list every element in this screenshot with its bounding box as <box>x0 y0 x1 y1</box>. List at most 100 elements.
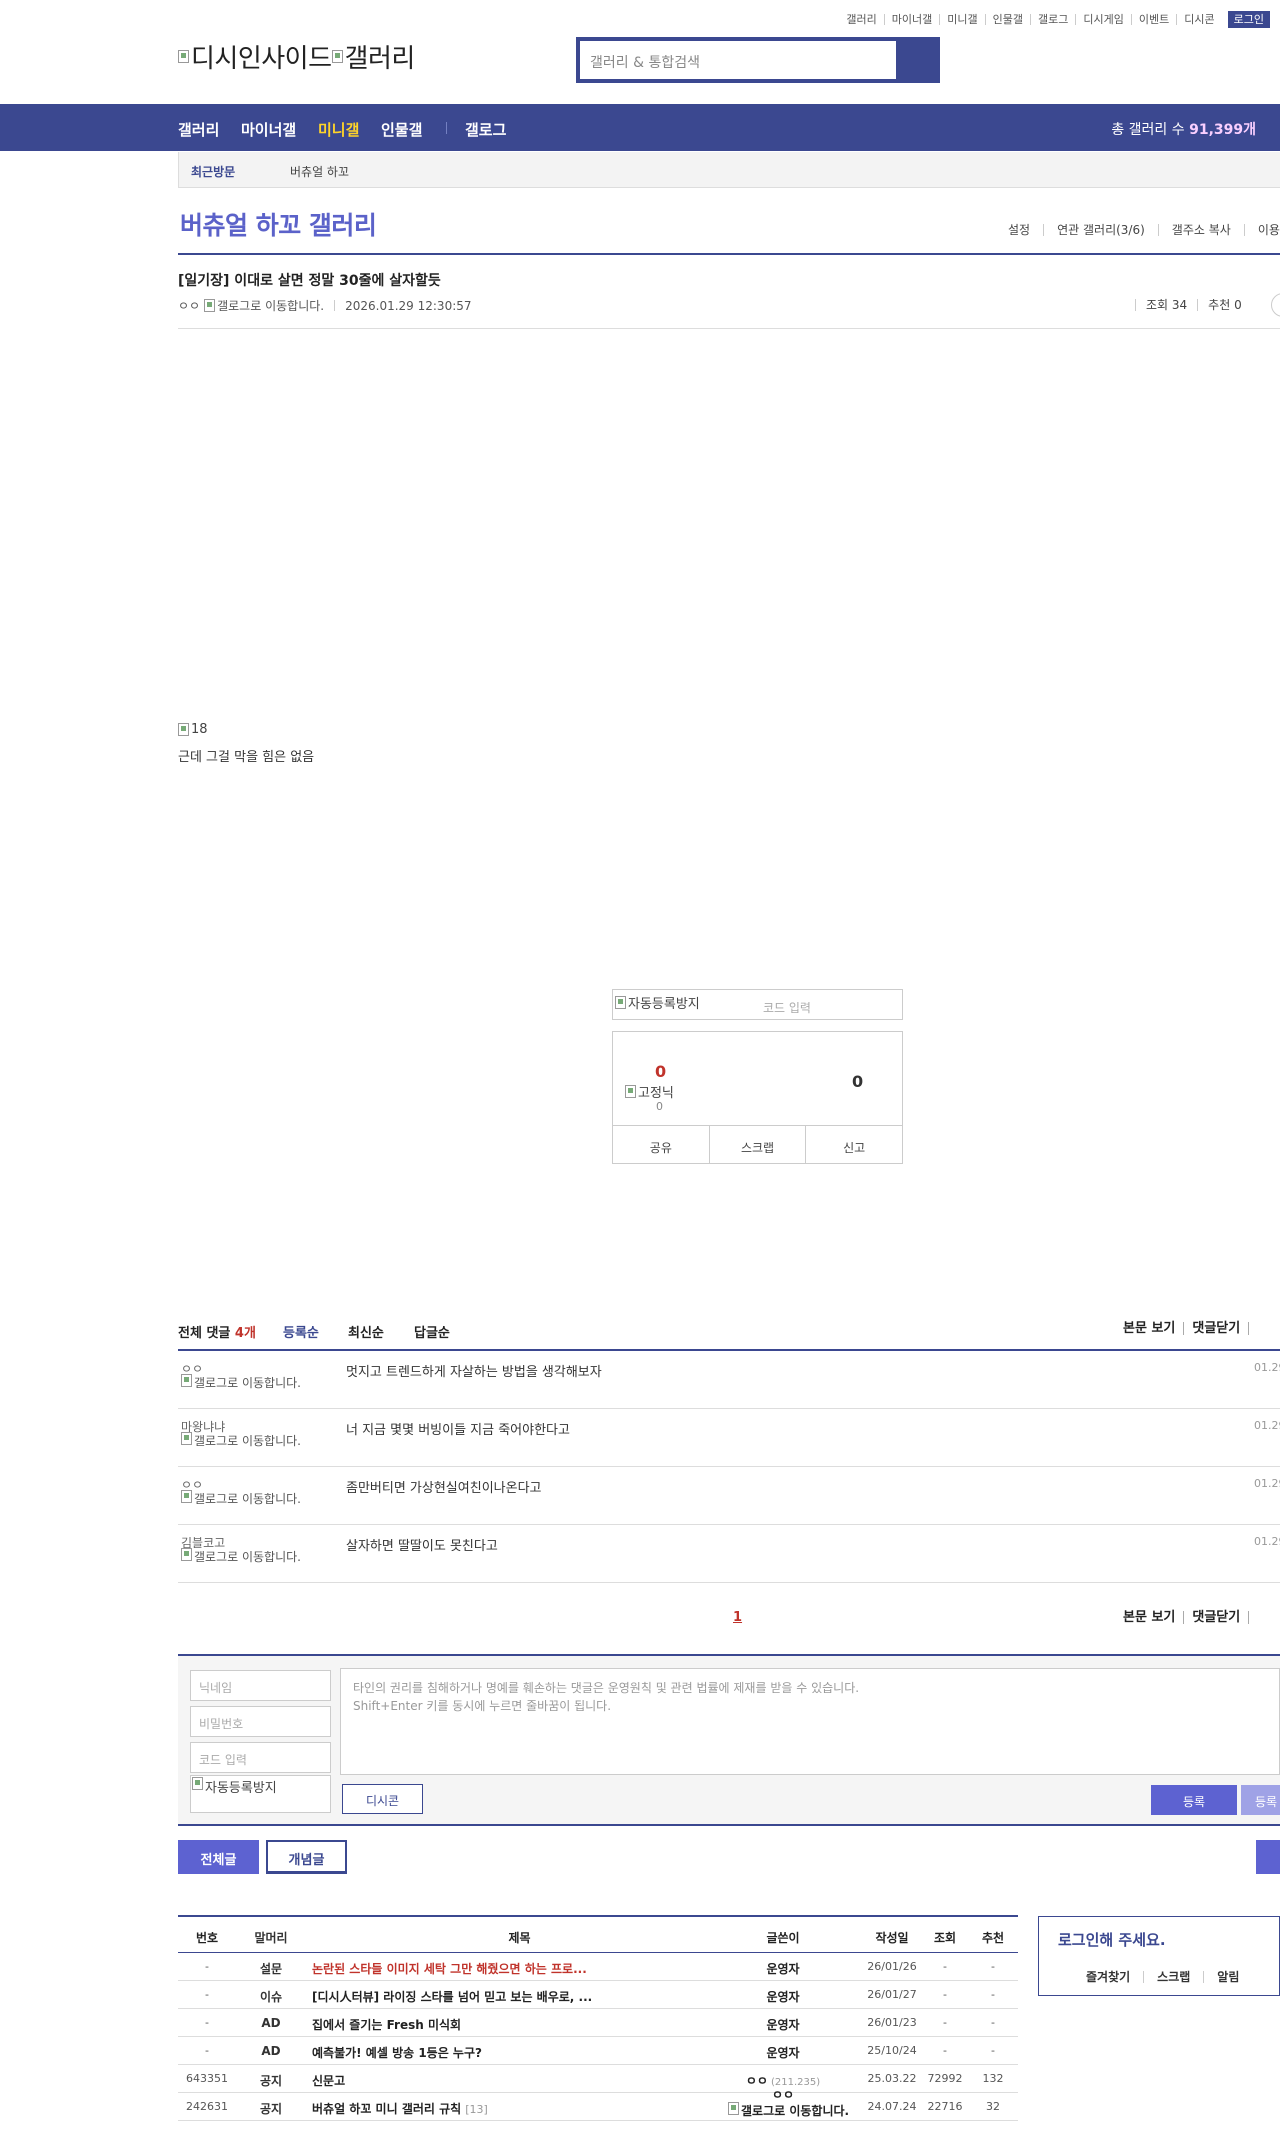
top-link-minor[interactable]: 마이너갤 <box>883 14 939 25</box>
refresh-link[interactable] <box>1248 1611 1270 1624</box>
row-writer[interactable]: 운영자 <box>728 2044 838 2061</box>
nav-minor[interactable]: 마이너갤 <box>241 119 296 140</box>
row-title[interactable]: 집에서 즐기는 Fresh 미식회 <box>312 2016 632 2033</box>
comment-page-current[interactable]: 1 <box>733 1610 742 1625</box>
gallery-title[interactable]: 버츄얼 하꼬 갤러리 <box>180 206 377 242</box>
row-writer-nick[interactable]: ㅇㅇ <box>746 2074 768 2088</box>
top-link-gallery[interactable]: 갤러리 <box>839 14 883 25</box>
row-title-text[interactable]: 버츄얼 하꼬 미니 갤러리 규칙 <box>312 2102 461 2116</box>
row-writer[interactable]: 운영자 <box>728 1988 838 2005</box>
report-button[interactable]: 신고 <box>805 1126 902 1163</box>
write-post-button[interactable] <box>1256 1840 1280 1874</box>
top-link-event[interactable]: 이벤트 <box>1130 14 1176 25</box>
row-writer-nick[interactable]: ㅇㅇ <box>772 2088 794 2102</box>
notification-link[interactable]: 알림 <box>1203 1971 1252 1983</box>
submit-button[interactable]: 등록 <box>1151 1785 1237 1815</box>
comment-jump-button[interactable] <box>1271 293 1280 317</box>
dccon-button[interactable]: 디시콘 <box>342 1784 423 1814</box>
top-link-mini[interactable]: 미니갤 <box>939 14 984 25</box>
nav-person[interactable]: 인물갤 <box>381 119 422 140</box>
copy-gallery-url[interactable]: 갤주소 복사 <box>1157 224 1244 236</box>
nav-gallog[interactable]: 갤로그 <box>465 119 506 140</box>
share-button[interactable]: 공유 <box>613 1126 709 1163</box>
row-writer[interactable]: ㅇㅇ 갤로그로 이동합니다. <box>728 2088 849 2118</box>
comment-gallog[interactable]: 갤로그로 이동합니다. <box>181 1490 309 1506</box>
row-date: 25.03.22 <box>867 2072 917 2085</box>
refresh-link[interactable] <box>1248 1322 1270 1335</box>
scrap-link[interactable]: 스크랩 <box>1143 1971 1203 1983</box>
row-title-text[interactable]: [디시人터뷰] 라이징 스타를 넘어 믿고 보는 배우로, ... <box>312 1990 592 2004</box>
table-row[interactable]: - AD 예측불가! 예셀 방송 1등은 누구? 운영자 25/10/24 - - <box>178 2037 1018 2065</box>
code-input[interactable]: 코드 입력 <box>190 1742 331 1773</box>
related-galleries[interactable]: 연관 갤러리(3/6) <box>1043 224 1158 236</box>
table-row[interactable]: - 이슈 [디시人터뷰] 라이징 스타를 넘어 믿고 보는 배우로, ... 운영자 2… <box>178 1981 1018 2009</box>
scrap-button[interactable]: 스크랩 <box>708 1126 806 1163</box>
all-posts-button[interactable]: 전체글 <box>178 1840 259 1874</box>
row-title-text[interactable]: 집에서 즐기는 Fresh 미식회 <box>312 2018 461 2032</box>
nav-gallery[interactable]: 갤러리 <box>178 119 219 140</box>
top-link-person[interactable]: 인물갤 <box>984 14 1030 25</box>
captcha-code-input[interactable]: 코드 입력 <box>763 999 811 1016</box>
fixed-nick-vote[interactable]: 고정닉 <box>625 1082 674 1101</box>
table-row[interactable]: 643351 공지 신문고 ㅇㅇ (211.235) 25.03.22 72992 132 <box>178 2065 1018 2093</box>
close-comments-link[interactable]: 댓글닫기 <box>1183 1322 1248 1335</box>
row-writer-nick[interactable]: 운영자 <box>766 1990 799 2004</box>
view-body-link[interactable]: 본문 보기 <box>1115 1611 1183 1624</box>
row-writer[interactable]: ㅇㅇ (211.235) <box>728 2072 838 2089</box>
submit-recommend-button[interactable]: 등록 <box>1241 1785 1280 1815</box>
row-head: AD <box>261 2044 281 2058</box>
table-row[interactable]: - AD 집에서 즐기는 Fresh 미식회 운영자 26/01/23 - - <box>178 2009 1018 2037</box>
comment-gallog[interactable]: 갤로그로 이동합니다. <box>181 1432 309 1448</box>
sort-registered[interactable]: 등록순 <box>283 1322 319 1341</box>
row-title[interactable]: 예측불가! 예셀 방송 1등은 누구? <box>312 2044 632 2061</box>
search-button[interactable] <box>896 37 940 83</box>
login-prompt[interactable]: 로그인해 주세요. <box>1058 1929 1166 1950</box>
row-title[interactable]: 버츄얼 하꼬 미니 갤러리 규칙 [13] <box>312 2100 632 2117</box>
downvote-count[interactable]: 0 <box>852 1072 863 1091</box>
gallery-settings[interactable]: 설정 <box>1000 224 1043 236</box>
upvote-count[interactable]: 0 <box>655 1062 666 1081</box>
login-button[interactable]: 로그인 <box>1227 11 1270 28</box>
search-input[interactable]: 갤러리 & 통합검색 <box>580 41 896 79</box>
nav-mini[interactable]: 미니갤 <box>318 119 359 140</box>
top-link-game[interactable]: 디시게임 <box>1075 14 1130 25</box>
favorites-link[interactable]: 즐겨찾기 <box>1039 1971 1143 1983</box>
row-title-text[interactable]: 예측불가! 예셀 방송 1등은 누구? <box>312 2046 482 2060</box>
row-title[interactable]: [디시人터뷰] 라이징 스타를 넘어 믿고 보는 배우로, ... <box>312 1988 632 2005</box>
table-row[interactable]: - 설문 논란된 스타들 이미지 세탁 그만 해줬으면 하는 프로... 운영자 26/… <box>178 1953 1018 1981</box>
gallog-icon <box>204 299 216 312</box>
row-writer[interactable]: 운영자 <box>728 1960 838 1977</box>
top-link-gallog[interactable]: 갤로그 <box>1030 14 1075 25</box>
nickname-input[interactable]: 닉네임 <box>190 1670 331 1701</box>
row-head: 공지 <box>259 2074 283 2088</box>
row-title-text[interactable]: 신문고 <box>312 2074 345 2088</box>
row-writer-gallog[interactable]: 갤로그로 이동합니다. <box>728 2102 849 2118</box>
row-title-text[interactable]: 논란된 스타들 이미지 세탁 그만 해줬으면 하는 프로... <box>312 1962 587 1976</box>
close-comments-link[interactable]: 댓글닫기 <box>1183 1611 1248 1624</box>
row-title[interactable]: 신문고 <box>312 2072 632 2089</box>
row-reply-count[interactable]: [13] <box>465 2103 488 2116</box>
sort-latest[interactable]: 최신순 <box>348 1322 384 1341</box>
recent-visit-item[interactable]: 버츄얼 하꼬 <box>290 163 349 180</box>
gallog-icon-alt[interactable]: 갤로그로 이동합니다. <box>217 297 324 314</box>
row-writer-nick[interactable]: 운영자 <box>766 2046 799 2060</box>
site-logo[interactable]: 디시인사이드 갤러리 <box>178 38 415 75</box>
view-body-link[interactable]: 본문 보기 <box>1115 1322 1183 1335</box>
comment-gallog[interactable]: 갤로그로 이동합니다. <box>181 1548 309 1564</box>
concept-posts-button[interactable]: 개념글 <box>266 1840 347 1874</box>
row-views: 72992 <box>927 2072 963 2085</box>
row-writer-nick[interactable]: 운영자 <box>766 2018 799 2032</box>
row-title[interactable]: 논란된 스타들 이미지 세탁 그만 해줬으면 하는 프로... <box>312 1960 632 1977</box>
top-link-dccon[interactable]: 디시콘 <box>1176 14 1221 25</box>
table-row[interactable]: 242631 공지 버츄얼 하꼬 미니 갤러리 규칙 [13] ㅇㅇ 갤로그로 이동합니다… <box>178 2089 1018 2121</box>
comment-gallog[interactable]: 갤로그로 이동합니다. <box>181 1374 309 1390</box>
row-writer-nick[interactable]: 운영자 <box>766 1962 799 1976</box>
comment-textarea[interactable]: 타인의 권리를 침해하거나 명예를 훼손하는 댓글은 운영원칙 및 관련 법률에… <box>340 1668 1280 1775</box>
gallery-usage[interactable]: 이용 <box>1243 224 1280 236</box>
row-writer[interactable]: 운영자 <box>728 2016 838 2033</box>
recent-visit-label[interactable]: 최근방문 <box>191 163 235 180</box>
main-nav: 갤러리 마이너갤 미니갤 인물갤 갤로그 총 갤러리 수 91,399개 <box>0 104 1280 151</box>
post-writer[interactable]: ㅇㅇ <box>178 297 200 314</box>
sort-replies[interactable]: 답글순 <box>414 1322 450 1341</box>
password-input[interactable]: 비밀번호 <box>190 1706 331 1737</box>
